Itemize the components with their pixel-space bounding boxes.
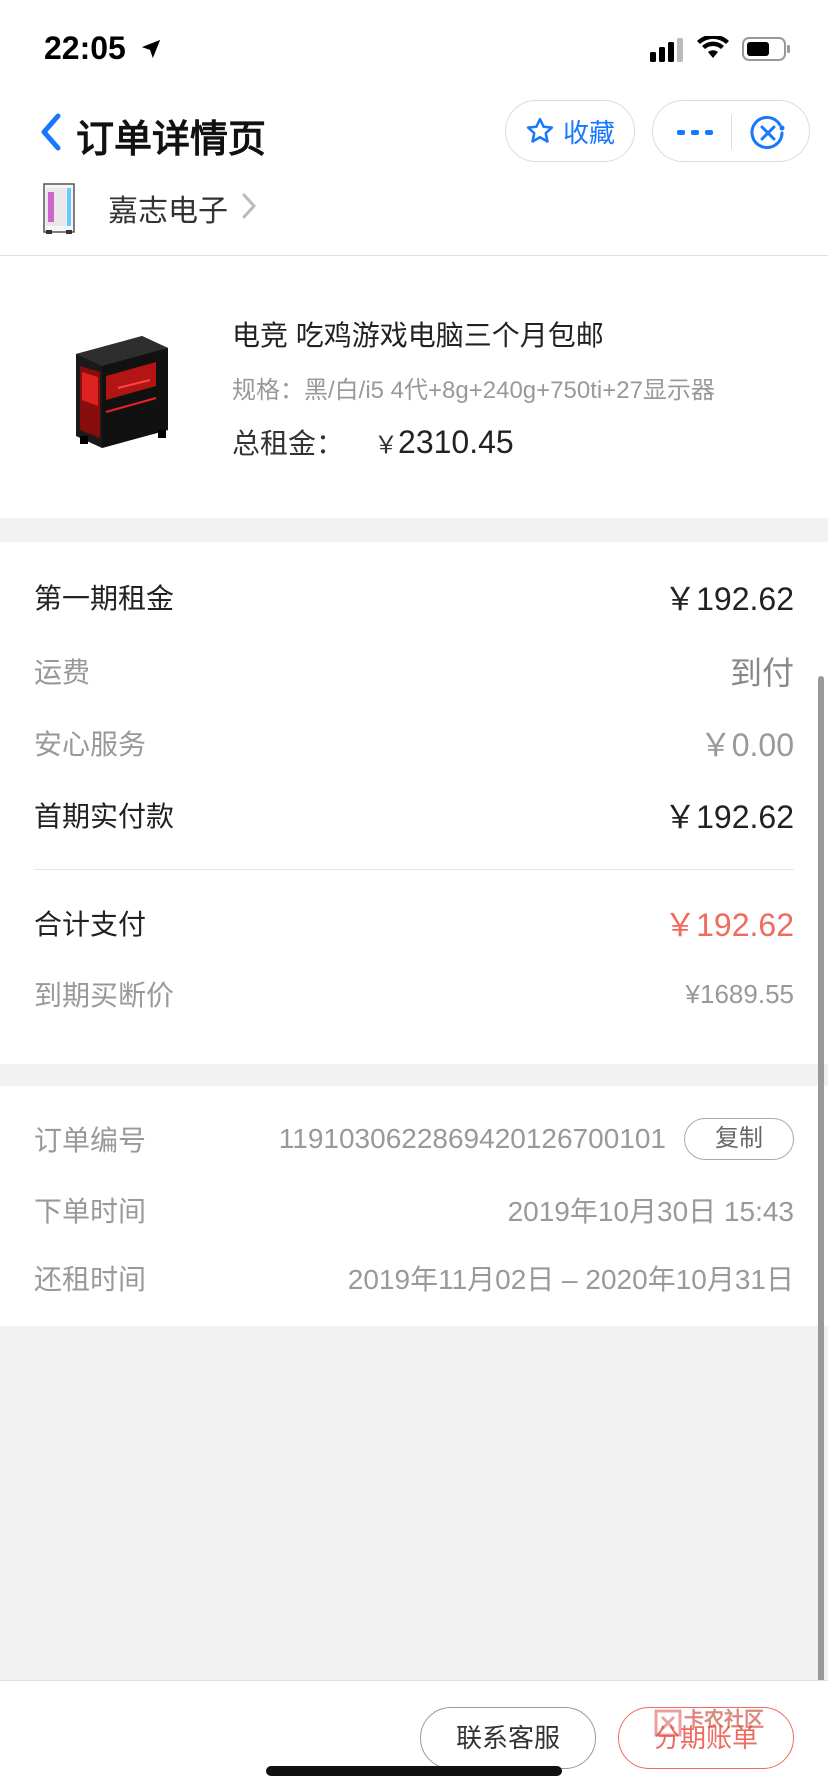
shop-logo[interactable]	[38, 180, 80, 236]
more-icon[interactable]	[675, 119, 715, 145]
status-time: 22:05	[44, 30, 126, 66]
buyout-row: 到期买断价 ¥1689.55	[34, 974, 794, 1014]
total-rent-currency: ￥	[374, 432, 399, 459]
product-card[interactable]: 电竞 吃鸡游戏电脑三个月包邮 规格：黑/白/i5 4代+8g+240g+750t…	[0, 256, 828, 518]
contact-service-button[interactable]: 联系客服	[420, 1707, 596, 1769]
shipping-row: 运费 到付	[34, 648, 794, 694]
mini-program-capsule	[652, 100, 810, 162]
cost-summary: 第一期租金 ￥192.62 运费 到付 安心服务 ￥0.00 首期实付款 ￥19…	[0, 542, 828, 1064]
close-mini-program-icon[interactable]	[749, 114, 787, 152]
order-time-label: 下单时间	[34, 1196, 147, 1227]
product-image	[76, 336, 168, 448]
order-number-row: 订单编号 1191030622869420126700101 复制	[34, 1118, 794, 1160]
navigation-bar: 订单详情页 收藏 嘉志电子	[0, 100, 828, 256]
order-info: 订单编号 1191030622869420126700101 复制 下单时间 2…	[0, 1086, 828, 1326]
first-payment-label: 首期实付款	[34, 801, 175, 832]
product-title: 电竞 吃鸡游戏电脑三个月包邮	[232, 320, 604, 351]
back-arrow-icon[interactable]	[36, 112, 68, 152]
total-rent-label: 总租金：	[232, 428, 345, 459]
wifi-icon	[697, 36, 729, 58]
order-time-row: 下单时间 2019年10月30日 15:43	[34, 1190, 794, 1230]
service-row: 安心服务 ￥0.00	[34, 720, 794, 766]
buyout-label: 到期买断价	[34, 980, 175, 1011]
total-label: 合计支付	[34, 909, 147, 940]
total-rent-value: 2310.45	[398, 424, 514, 460]
shipping-value: 到付	[729, 655, 794, 691]
battery-icon	[742, 37, 790, 61]
order-number-value: 1191030622869420126700101	[278, 1123, 666, 1154]
favorite-button[interactable]: 收藏	[505, 100, 635, 162]
page-title: 订单详情页	[76, 119, 267, 161]
shipping-label: 运费	[34, 657, 91, 688]
status-bar: 22:05	[0, 0, 828, 100]
copy-button[interactable]: 复制	[684, 1118, 794, 1160]
chevron-right-icon[interactable]	[238, 190, 260, 222]
home-indicator	[266, 1766, 562, 1776]
divider	[34, 869, 794, 870]
cellular-signal-icon	[650, 38, 683, 62]
service-value: ￥0.00	[699, 727, 794, 763]
order-number-group: 1191030622869420126700101 复制	[279, 1118, 794, 1160]
first-payment-row: 首期实付款 ￥192.62	[34, 792, 794, 838]
shop-name[interactable]: 嘉志电子	[108, 186, 228, 230]
location-arrow-icon	[141, 39, 161, 59]
watermark-text: 卡农社区	[684, 1709, 764, 1731]
return-time-label: 还租时间	[34, 1264, 147, 1295]
total-rent: 总租金： ￥2310.45	[232, 422, 514, 462]
order-time-value: 2019年10月30日 15:43	[507, 1196, 794, 1227]
return-time-value: 2019年11月02日 – 2020年10月31日	[347, 1264, 794, 1295]
first-rent-label: 第一期租金	[34, 583, 175, 614]
scrollbar[interactable]	[818, 676, 824, 1716]
total-value: ￥192.62	[664, 907, 794, 943]
service-label: 安心服务	[34, 729, 147, 760]
product-spec: 规格：黑/白/i5 4代+8g+240g+750ti+27显示器	[232, 377, 715, 404]
total-row: 合计支付 ￥192.62	[34, 900, 794, 946]
buyout-value: ¥1689.55	[685, 978, 794, 1009]
star-icon	[526, 117, 554, 143]
first-rent-row: 第一期租金 ￥192.62	[34, 574, 794, 620]
capsule-divider	[731, 115, 732, 149]
favorite-label: 收藏	[562, 117, 615, 148]
first-payment-value: ￥192.62	[664, 799, 794, 835]
first-rent-value: ￥192.62	[664, 581, 794, 617]
return-time-row: 还租时间 2019年11月02日 – 2020年10月31日	[34, 1258, 794, 1298]
order-number-label: 订单编号	[34, 1125, 147, 1156]
